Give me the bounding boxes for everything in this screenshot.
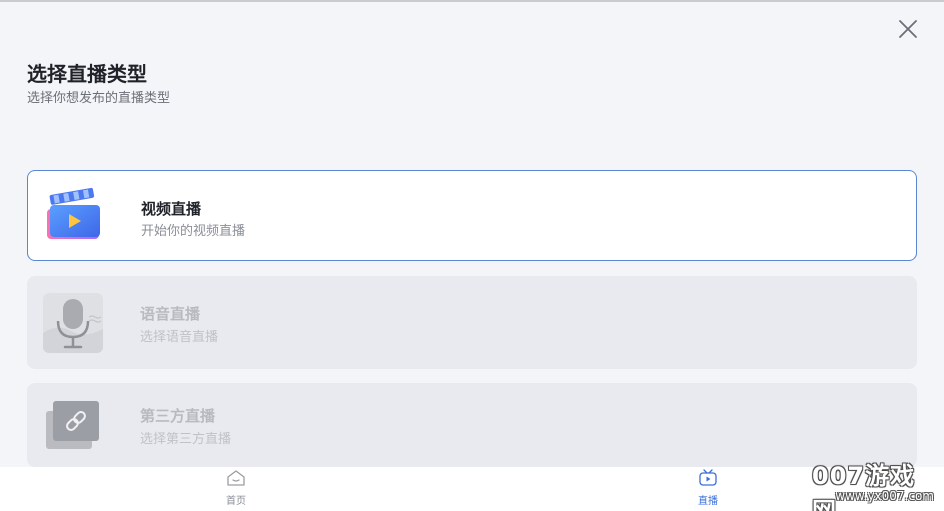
close-button[interactable] — [896, 17, 920, 41]
watermark-url: www.yx007.com — [835, 489, 934, 503]
top-divider — [0, 0, 944, 2]
tab-live[interactable]: 直播 — [678, 467, 738, 511]
tab-home-label: 首页 — [226, 496, 246, 507]
option-video-live[interactable]: 视频直播 开始你的视频直播 — [27, 170, 917, 261]
option-title: 视频直播 — [141, 200, 202, 218]
watermark: 007游戏网 www.yx007.com — [812, 456, 942, 511]
tv-play-icon — [699, 469, 717, 486]
microphone-icon — [43, 293, 103, 353]
page-subtitle: 选择你想发布的直播类型 — [27, 91, 171, 106]
option-third-party-live: 第三方直播 选择第三方直播 — [27, 383, 917, 467]
option-title: 第三方直播 — [140, 407, 216, 425]
option-title: 语音直播 — [140, 305, 201, 323]
video-clapperboard-icon — [44, 185, 104, 245]
option-desc: 开始你的视频直播 — [141, 224, 246, 239]
home-icon — [227, 470, 245, 486]
tab-home[interactable]: 首页 — [206, 467, 266, 511]
link-icon — [43, 395, 103, 455]
page-title: 选择直播类型 — [27, 62, 147, 86]
close-icon — [899, 20, 917, 38]
tab-live-label: 直播 — [698, 496, 718, 507]
option-voice-live: 语音直播 选择语音直播 — [27, 276, 917, 369]
option-desc: 选择语音直播 — [140, 330, 219, 345]
option-desc: 选择第三方直播 — [140, 432, 232, 447]
bottom-tab-bar: 首页 直播 — [0, 467, 944, 511]
